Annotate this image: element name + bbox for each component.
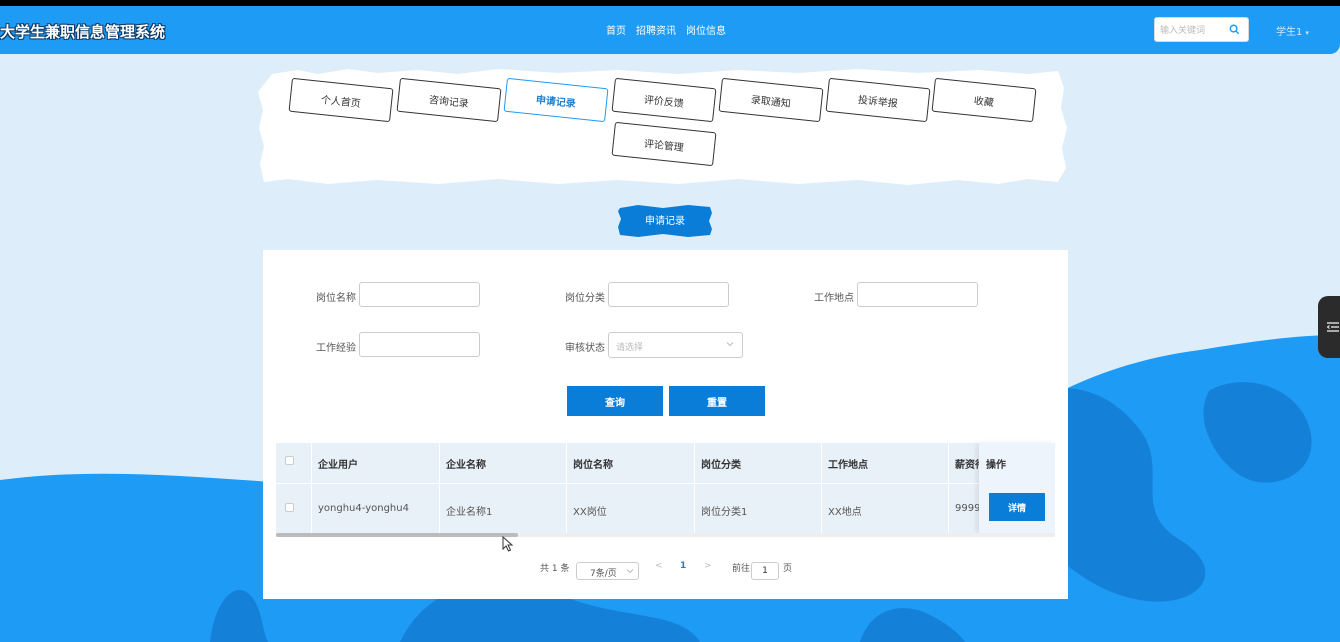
column-divider	[694, 443, 695, 533]
position-category-label: 岗位分类	[565, 293, 605, 304]
search-input[interactable]	[1155, 19, 1230, 43]
mouse-cursor-icon	[502, 536, 514, 552]
results-table: 企业用户 企业名称 岗位名称 岗位分类 工作地点 薪资待遇 yonghu4-yo…	[276, 443, 1055, 537]
cell-company-user: yonghu4-yonghu4	[318, 503, 409, 514]
cell-position-name: XX岗位	[573, 507, 607, 518]
position-name-label: 岗位名称	[316, 293, 356, 304]
header-company-user: 企业用户	[318, 460, 358, 471]
nav-home[interactable]: 首页	[606, 22, 626, 37]
goto-page-input[interactable]: 1	[751, 562, 779, 580]
detail-button[interactable]: 详情	[989, 493, 1045, 521]
page-number-1[interactable]: 1	[680, 561, 686, 571]
main-nav: 首页 招聘资讯 岗位信息	[606, 22, 726, 37]
scrollbar-thumb[interactable]	[276, 533, 518, 537]
prev-page-button[interactable]: <	[655, 561, 663, 571]
work-experience-label: 工作经验	[316, 343, 356, 354]
cell-salary: 9999	[955, 503, 981, 514]
work-location-label: 工作地点	[814, 293, 854, 304]
header-position-name: 岗位名称	[573, 460, 613, 471]
top-header: 大学生兼职信息管理系统 首页 招聘资讯 岗位信息 学生1▾	[0, 6, 1340, 54]
pagination-total: 共 1 条	[540, 564, 570, 574]
review-status-placeholder: 请选择	[616, 343, 644, 353]
goto-prefix: 前往	[732, 564, 751, 574]
column-divider	[566, 443, 567, 533]
table-header: 企业用户 企业名称 岗位名称 岗位分类 工作地点 薪资待遇	[276, 443, 1055, 483]
side-drawer-toggle[interactable]	[1318, 296, 1340, 358]
review-status-select[interactable]: 请选择	[608, 332, 743, 358]
cell-work-location: XX地点	[828, 507, 862, 518]
list-icon	[1327, 322, 1339, 332]
column-divider	[821, 443, 822, 533]
table-row: yonghu4-yonghu4 企业名称1 XX岗位 岗位分类1 XX地点 99…	[276, 483, 1055, 533]
header-work-location: 工作地点	[828, 460, 868, 471]
position-name-input[interactable]	[359, 282, 480, 307]
position-category-input[interactable]	[608, 282, 729, 307]
search-box	[1154, 17, 1249, 43]
nav-position-info[interactable]: 岗位信息	[686, 22, 726, 37]
chevron-down-icon	[726, 342, 734, 347]
user-menu[interactable]: 学生1 ▾	[1276, 23, 1309, 38]
page-size-select[interactable]: 7条/页	[576, 562, 639, 580]
column-divider	[439, 443, 440, 533]
query-button[interactable]: 查询	[567, 386, 663, 416]
search-icon[interactable]	[1229, 24, 1240, 35]
header-position-category: 岗位分类	[701, 460, 741, 471]
page-size-value: 7条/页	[590, 569, 617, 579]
actions-column: 操作 详情	[979, 443, 1055, 533]
chevron-down-icon	[626, 569, 634, 574]
row-checkbox[interactable]	[285, 503, 294, 512]
reset-button[interactable]: 重置	[669, 386, 765, 416]
content-panel: 岗位名称 岗位分类 工作地点 工作经验 审核状态 请选择 查询 重置 企业用户 …	[263, 250, 1068, 599]
site-title: 大学生兼职信息管理系统	[0, 23, 166, 41]
cell-company-name: 企业名称1	[446, 507, 493, 518]
header-actions: 操作	[986, 460, 1006, 471]
header-salary: 薪资待遇	[955, 460, 979, 471]
review-status-label: 审核状态	[565, 343, 605, 354]
chevron-down-icon: ▾	[1305, 29, 1309, 37]
user-name: 学生1	[1276, 27, 1303, 38]
header-company-name: 企业名称	[446, 460, 486, 471]
work-experience-input[interactable]	[359, 332, 480, 357]
horizontal-scrollbar[interactable]	[276, 533, 1055, 537]
select-all-checkbox[interactable]	[285, 456, 294, 465]
column-divider	[311, 443, 312, 533]
goto-suffix: 页	[783, 564, 793, 574]
section-title: 申请记录	[645, 216, 685, 227]
next-page-button[interactable]: >	[704, 561, 712, 571]
column-divider	[948, 443, 949, 533]
cell-position-category: 岗位分类1	[701, 507, 748, 518]
nav-recruit-news[interactable]: 招聘资讯	[636, 22, 676, 37]
work-location-input[interactable]	[857, 282, 978, 307]
